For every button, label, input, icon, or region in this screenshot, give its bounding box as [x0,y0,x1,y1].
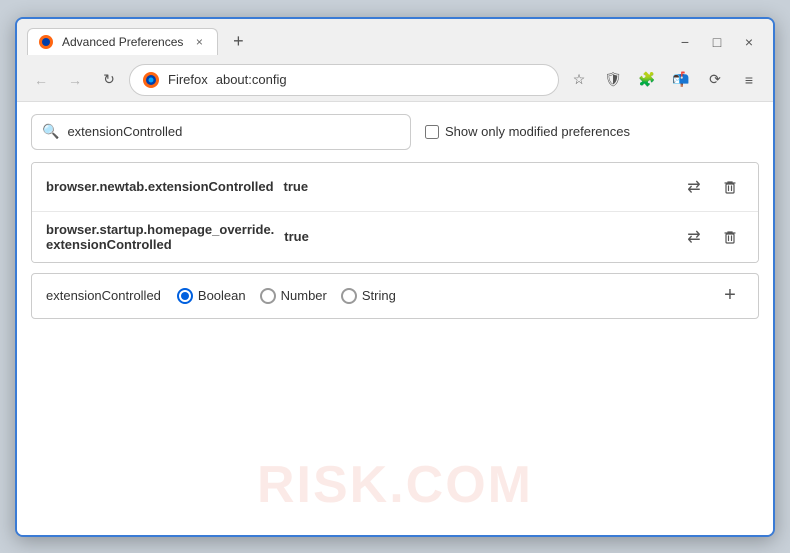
table-row: browser.newtab.extensionControlled true … [32,163,758,212]
pref-value-2: true [284,229,670,244]
radio-group: Boolean Number String [177,288,700,304]
shield-icon[interactable]: 🛡 [599,66,627,94]
search-input[interactable] [67,124,400,139]
add-preference-button[interactable]: + [716,282,744,310]
radio-number-label: Number [281,288,327,303]
radio-number[interactable]: Number [260,288,327,304]
nav-icons: ☆ 🛡 🧩 📬 ⟳ ≡ [565,66,763,94]
tab-title: Advanced Preferences [62,35,183,49]
radio-boolean-label: Boolean [198,288,246,303]
tab-close-button[interactable]: × [191,34,207,50]
title-bar: Advanced Preferences × + − □ × [17,19,773,59]
firefox-icon [142,71,160,89]
add-preference-row: extensionControlled Boolean Number [31,273,759,319]
browser-name: Firefox [168,72,208,87]
show-modified-checkbox[interactable] [425,125,439,139]
window-controls: − □ × [671,28,763,56]
show-modified-container: Show only modified preferences [425,124,630,139]
address-url: about:config [216,72,546,87]
browser-window: Advanced Preferences × + − □ × ← → ↻ Fir… [15,17,775,537]
maximize-button[interactable]: □ [703,28,731,56]
bookmark-icon[interactable]: ☆ [565,66,593,94]
minimize-button[interactable]: − [671,28,699,56]
back-button[interactable]: ← [27,66,55,94]
watermark: RISK.COM [257,455,533,515]
radio-boolean-circle [177,288,193,304]
radio-string-circle [341,288,357,304]
tab-favicon [38,34,54,50]
preferences-table: browser.newtab.extensionControlled true … [31,162,759,263]
radio-number-circle [260,288,276,304]
pref-edit-button-2[interactable]: ⇄ [680,223,708,251]
nav-bar: ← → ↻ Firefox about:config ☆ 🛡 🧩 📬 ⟳ ≡ [17,59,773,102]
radio-string[interactable]: String [341,288,396,304]
search-icon: 🔍 [42,123,59,140]
pref-edit-button-1[interactable]: ⇄ [680,173,708,201]
radio-boolean[interactable]: Boolean [177,288,246,304]
pref-name-1: browser.newtab.extensionControlled [46,179,274,194]
browser-tab[interactable]: Advanced Preferences × [27,28,218,55]
preference-search[interactable]: 🔍 [31,114,411,150]
pref-value-1: true [284,179,670,194]
refresh-button[interactable]: ↻ [95,66,123,94]
content-area: RISK.COM 🔍 Show only modified preference… [17,102,773,535]
radio-string-label: String [362,288,396,303]
show-modified-label: Show only modified preferences [445,124,630,139]
pref-actions-1: ⇄ [680,173,744,201]
table-row: browser.startup.homepage_override. exten… [32,212,758,262]
new-pref-name: extensionControlled [46,288,161,303]
new-tab-button[interactable]: + [224,28,252,56]
address-bar[interactable]: Firefox about:config [129,64,559,96]
close-button[interactable]: × [735,28,763,56]
search-row: 🔍 Show only modified preferences [31,114,759,150]
extension-icon[interactable]: 🧩 [633,66,661,94]
pref-delete-button-1[interactable] [716,173,744,201]
pref-delete-button-2[interactable] [716,223,744,251]
profile-icon[interactable]: 📬 [667,66,695,94]
pref-name-2: browser.startup.homepage_override. exten… [46,222,274,252]
forward-button[interactable]: → [61,66,89,94]
sync-icon[interactable]: ⟳ [701,66,729,94]
menu-icon[interactable]: ≡ [735,66,763,94]
pref-actions-2: ⇄ [680,223,744,251]
inner-content: 🔍 Show only modified preferences browser… [17,102,773,331]
